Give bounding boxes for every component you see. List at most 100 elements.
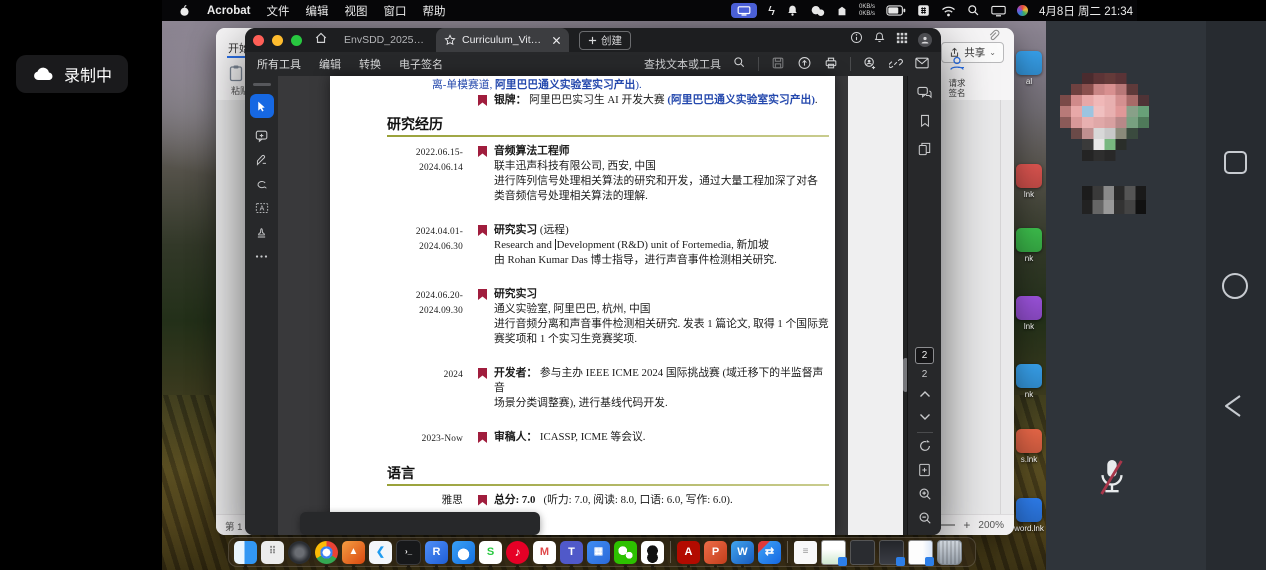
close-window-button[interactable] bbox=[253, 35, 264, 46]
previous-page-chevron[interactable] bbox=[919, 385, 931, 403]
input-source-icon[interactable] bbox=[917, 4, 930, 17]
wechat-status-icon[interactable] bbox=[810, 5, 825, 17]
dark-app-status-icon[interactable] bbox=[836, 5, 848, 17]
dock-vscode[interactable]: ❮ bbox=[369, 541, 392, 564]
select-tool[interactable] bbox=[250, 94, 274, 118]
dock-todesk-remote[interactable]: ⇄ bbox=[758, 541, 781, 564]
zoom-in-icon[interactable] bbox=[918, 487, 932, 506]
bookmarks-panel-icon[interactable] bbox=[919, 114, 931, 133]
bell-status-icon[interactable] bbox=[786, 4, 799, 17]
zoom-out-icon[interactable] bbox=[918, 511, 932, 530]
dock-document-file[interactable]: ≡ bbox=[794, 541, 817, 564]
acrobat-toolbar-所有工具[interactable]: 所有工具 bbox=[257, 56, 301, 72]
fit-page-icon[interactable] bbox=[918, 463, 931, 482]
menu-帮助[interactable]: 帮助 bbox=[422, 3, 445, 19]
desktop-shortcut-al[interactable]: al bbox=[1013, 51, 1045, 86]
dock-chrome[interactable] bbox=[315, 541, 338, 564]
wifi-status-icon[interactable] bbox=[941, 5, 956, 17]
desktop-shortcut-s.lnk[interactable]: s.lnk bbox=[1013, 429, 1045, 464]
dock-window-thumbnail-2[interactable] bbox=[850, 540, 875, 565]
dock-terminal[interactable]: ›_ bbox=[396, 540, 421, 565]
lightning-status-icon[interactable]: ϟ bbox=[768, 3, 775, 18]
dock-window-thumbnail-1[interactable] bbox=[821, 540, 846, 565]
menu-datetime[interactable]: 4月8日 周二 21:34 bbox=[1039, 3, 1133, 19]
create-button[interactable]: 创建 bbox=[579, 31, 631, 50]
close-tab-icon[interactable] bbox=[552, 36, 561, 45]
select-text-tool[interactable]: A bbox=[250, 196, 274, 220]
more-tools-ellipsis[interactable] bbox=[250, 244, 274, 268]
home-icon[interactable] bbox=[314, 31, 328, 50]
rotate-page-icon[interactable] bbox=[918, 439, 932, 458]
dock-netease-music[interactable]: ♪ bbox=[506, 541, 529, 564]
search-icon[interactable] bbox=[733, 56, 746, 72]
dock-matlab[interactable]: ▲ bbox=[342, 541, 365, 564]
add-reviewer-icon[interactable] bbox=[863, 56, 877, 73]
desktop-shortcut-word.lnk[interactable]: word.lnk bbox=[1013, 498, 1045, 533]
menu-编辑[interactable]: 编辑 bbox=[305, 3, 328, 19]
dock-word[interactable]: W bbox=[731, 541, 754, 564]
add-comment-tool[interactable] bbox=[250, 124, 274, 148]
dock-window-thumbnail-4[interactable] bbox=[908, 540, 933, 565]
menu-窗口[interactable]: 窗口 bbox=[383, 3, 406, 19]
desktop-shortcut-nk[interactable]: nk bbox=[1013, 364, 1045, 399]
cloud-upload-icon[interactable] bbox=[797, 56, 812, 73]
save-icon[interactable] bbox=[771, 56, 785, 73]
dock-blue-grid-app[interactable]: ▦ bbox=[587, 541, 610, 564]
notifications-bell-icon[interactable] bbox=[873, 31, 886, 49]
recording-indicator[interactable]: 录制中 bbox=[16, 55, 128, 93]
dock-powerpoint[interactable]: P bbox=[704, 541, 727, 564]
desktop-shortcut-lnk[interactable]: lnk bbox=[1013, 296, 1045, 331]
dock-wechat[interactable] bbox=[614, 541, 637, 564]
acrobat-toolbar-电子签名[interactable]: 电子签名 bbox=[399, 56, 443, 72]
dock-camera-lens-app[interactable] bbox=[288, 541, 311, 564]
recent-apps-button[interactable] bbox=[1224, 151, 1247, 174]
next-page-chevron[interactable] bbox=[919, 408, 931, 426]
desktop-shortcut-nk[interactable]: nk bbox=[1013, 228, 1045, 263]
zoom-in-control[interactable]: + bbox=[963, 518, 970, 532]
zoom-window-button[interactable] bbox=[291, 35, 302, 46]
acrobat-toolbar-转换[interactable]: 转换 bbox=[359, 56, 381, 72]
dock-finder[interactable] bbox=[234, 541, 257, 564]
tab-envsdd-document[interactable]: EnvSDD_2025_Interspeech_fi... bbox=[336, 28, 436, 52]
acrobat-toolbar-编辑[interactable]: 编辑 bbox=[319, 56, 341, 72]
menu-app-name[interactable]: Acrobat bbox=[207, 5, 250, 17]
dock-acrobat[interactable]: A bbox=[677, 541, 700, 564]
user-avatar[interactable] bbox=[918, 33, 932, 47]
display-mirroring-icon[interactable] bbox=[991, 5, 1006, 17]
apps-grid-icon[interactable] bbox=[896, 31, 908, 49]
print-icon[interactable] bbox=[824, 56, 838, 73]
dock-m-colorful-app[interactable]: M bbox=[533, 541, 556, 564]
dock-blue-pet-app[interactable] bbox=[452, 541, 475, 564]
dock-launchpad[interactable]: ⠿ bbox=[261, 541, 284, 564]
comments-panel-icon[interactable] bbox=[917, 86, 932, 105]
menu-视图[interactable]: 视图 bbox=[344, 3, 367, 19]
stamp-tool[interactable] bbox=[250, 220, 274, 244]
pages-panel-icon[interactable] bbox=[918, 142, 931, 161]
minimize-window-button[interactable] bbox=[272, 35, 283, 46]
dock-remote-r-app[interactable]: R bbox=[425, 541, 448, 564]
pdf-page[interactable]: 离-单模赛道, 阿里巴巴通义实验室实习产出).银牌： 阿里巴巴实习生 AI 开发… bbox=[330, 76, 835, 535]
microphone-muted-icon[interactable] bbox=[1095, 455, 1129, 504]
back-button[interactable] bbox=[1220, 392, 1246, 425]
email-icon[interactable] bbox=[915, 57, 929, 72]
menu-文件[interactable]: 文件 bbox=[266, 3, 289, 19]
battery-status-icon[interactable] bbox=[886, 5, 906, 16]
dock-green-s-app[interactable]: S bbox=[479, 541, 502, 564]
apple-menu-icon[interactable] bbox=[178, 3, 191, 18]
dock-trash[interactable] bbox=[937, 540, 962, 565]
floating-toolbar[interactable] bbox=[300, 512, 540, 535]
draw-lasso-tool[interactable] bbox=[250, 172, 274, 196]
screen-share-status-icon[interactable] bbox=[731, 3, 757, 18]
highlight-pen-tool[interactable] bbox=[250, 148, 274, 172]
dock-window-thumbnail-3[interactable] bbox=[879, 540, 904, 565]
spotlight-search-icon[interactable] bbox=[967, 4, 980, 17]
tab-curriculum-vitae[interactable]: Curriculum_Vitae__Ch... bbox=[436, 28, 569, 52]
info-icon[interactable] bbox=[850, 31, 863, 49]
rail-handle[interactable] bbox=[253, 83, 271, 86]
link-icon[interactable] bbox=[889, 56, 903, 73]
current-page-input[interactable]: 2 bbox=[915, 347, 934, 364]
desktop-shortcut-lnk[interactable]: lnk bbox=[1013, 164, 1045, 199]
color-profile-icon[interactable] bbox=[1017, 5, 1028, 16]
search-tools-label[interactable]: 查找文本或工具 bbox=[644, 56, 721, 72]
dock-qq[interactable] bbox=[641, 541, 664, 564]
